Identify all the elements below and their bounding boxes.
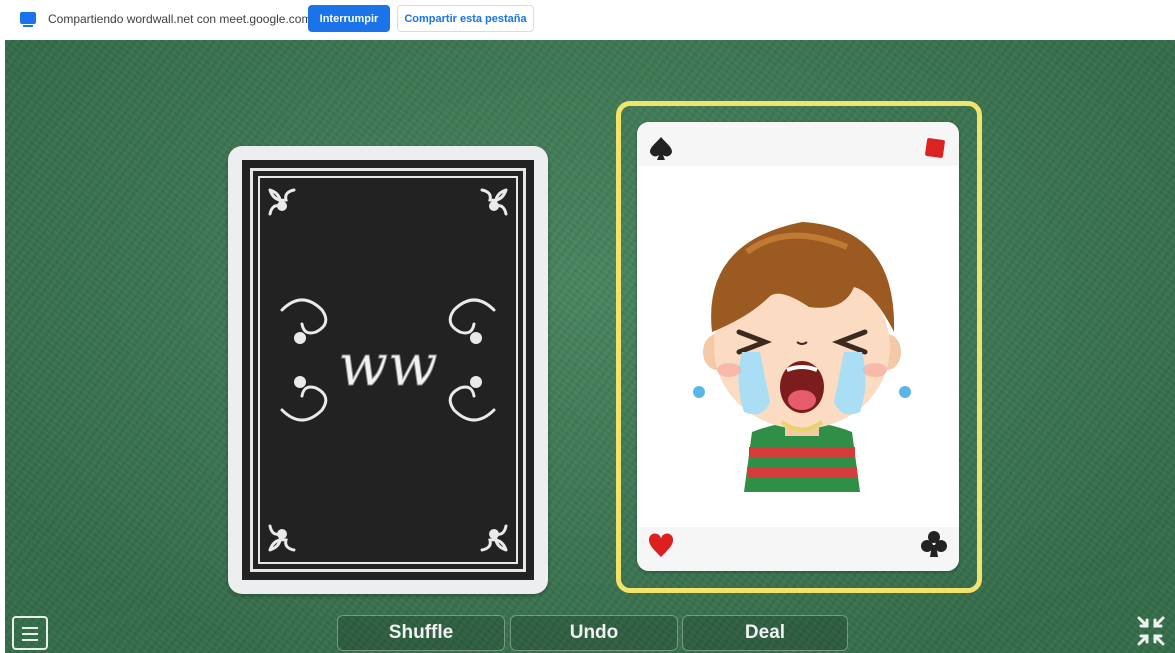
shuffle-button[interactable]: Shuffle (337, 615, 505, 651)
share-status-text: Compartiendo wordwall.net con meet.googl… (48, 12, 312, 26)
spade-icon (650, 137, 672, 160)
heart-icon (648, 533, 674, 557)
screen-share-bar: Compartiendo wordwall.net con meet.googl… (0, 0, 1175, 40)
crying-boy-image (693, 222, 911, 492)
face-up-card[interactable] (637, 122, 959, 571)
deal-button[interactable]: Deal (682, 615, 848, 651)
card-back-pattern: ww (242, 160, 534, 580)
menu-icon (22, 627, 38, 629)
share-this-tab-button[interactable]: Compartir esta pestaña (397, 5, 534, 32)
undo-button[interactable]: Undo (510, 615, 678, 651)
stop-sharing-button[interactable]: Interrumpir (308, 5, 390, 32)
svg-text:ww: ww (338, 331, 437, 399)
game-table: ww Shuffle Undo Deal (5, 40, 1175, 653)
card-deck[interactable]: ww (228, 146, 548, 594)
screen-share-icon (20, 12, 36, 27)
exit-fullscreen-icon[interactable] (1136, 614, 1166, 648)
diamond-icon (925, 138, 945, 158)
ornament-icon: ww (268, 188, 508, 552)
club-icon (921, 531, 947, 557)
menu-button[interactable] (12, 616, 48, 650)
